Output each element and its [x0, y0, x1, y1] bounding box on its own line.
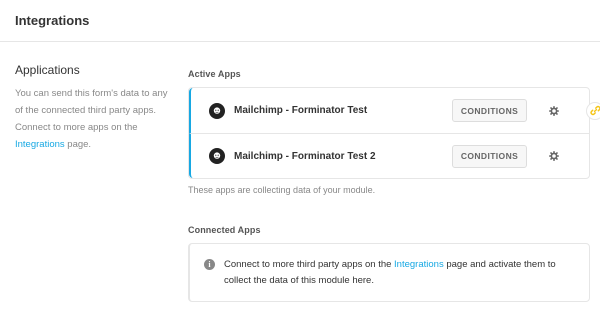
active-app-row: Mailchimp - Forminator Test CONDITIONS: [189, 88, 600, 133]
mailchimp-icon: [209, 148, 225, 164]
integrations-link[interactable]: Integrations: [15, 139, 65, 150]
page-header: Integrations: [0, 0, 600, 42]
section-description: You can send this form's data to any of …: [15, 85, 175, 153]
page-title: Integrations: [15, 13, 90, 28]
conditions-button[interactable]: CONDITIONS: [452, 144, 527, 168]
conditions-button[interactable]: CONDITIONS: [452, 99, 527, 122]
active-apps-label: Active Apps: [188, 69, 241, 79]
notice-text: Connect to more third party apps on the …: [224, 257, 575, 289]
active-apps-helper: These apps are collecting data of your m…: [188, 185, 376, 195]
gear-icon[interactable]: [549, 151, 559, 161]
app-name: Mailchimp - Forminator Test 2: [234, 150, 376, 162]
connected-apps-notice: i Connect to more third party apps on th…: [188, 243, 590, 302]
description-text: You can send this form's data to any of …: [15, 88, 168, 133]
connected-apps-label: Connected Apps: [188, 225, 261, 235]
active-apps-list: Mailchimp - Forminator Test CONDITIONS M…: [188, 87, 600, 179]
info-icon: i: [204, 259, 215, 270]
notice-text-start: Connect to more third party apps on the: [224, 259, 395, 270]
description-text-end: page.: [64, 139, 92, 150]
mailchimp-icon: [209, 102, 225, 119]
app-name: Mailchimp - Forminator Test: [234, 105, 368, 116]
sidebar: Applications You can send this form's da…: [15, 63, 175, 153]
main-content: Active Apps Mailchimp - Forminator Test …: [188, 63, 600, 302]
active-app-row: Mailchimp - Forminator Test 2 CONDITIONS: [189, 133, 589, 178]
notice-integrations-link[interactable]: Integrations: [394, 259, 444, 270]
gear-icon[interactable]: [549, 105, 559, 116]
section-title: Applications: [15, 63, 80, 77]
link-icon: [586, 101, 600, 120]
